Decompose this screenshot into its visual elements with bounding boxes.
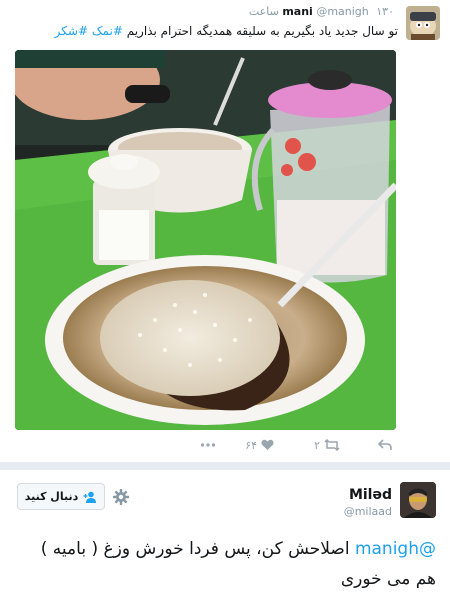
reply-button[interactable] xyxy=(378,436,392,454)
avatar[interactable] xyxy=(400,482,436,518)
hashtags[interactable]: #نمک #شکر xyxy=(55,24,123,38)
avatar[interactable] xyxy=(406,6,440,40)
tweet-card: mani @manigh ۱۳۰ ساعت تو سال جدید یاد بگ… xyxy=(0,0,450,462)
reply-text: @manigh اصلاحش کن، پس فردا خورش وزغ ( با… xyxy=(16,534,436,594)
follow-button[interactable]: دنبال کنید xyxy=(17,483,105,510)
handle[interactable]: @manigh xyxy=(316,5,368,18)
follow-label: دنبال کنید xyxy=(24,490,79,503)
tweet-body: تو سال جدید یاد بگیریم به سلیقه همدیگه ا… xyxy=(126,24,398,38)
tweet-text: تو سال جدید یاد بگیریم به سلیقه همدیگه ا… xyxy=(18,22,398,40)
like-button[interactable]: ۶۴ xyxy=(245,436,274,454)
reply-tweet-card: Miləd @milaad دنبال کنید @manigh اصلاحش … xyxy=(0,470,450,600)
reply-icon xyxy=(378,439,392,450)
mention-link[interactable]: @manigh xyxy=(355,539,436,559)
like-count: ۶۴ xyxy=(245,438,257,452)
display-name[interactable]: mani xyxy=(282,5,313,18)
display-name[interactable]: Miləd xyxy=(349,487,392,503)
tweet-actions: ۲ ۶۴ xyxy=(15,436,396,454)
retweet-button[interactable]: ۲ xyxy=(314,436,340,454)
retweet-icon xyxy=(324,439,340,451)
retweet-count: ۲ xyxy=(314,438,320,452)
more-button[interactable] xyxy=(200,436,216,454)
handle[interactable]: @milaad xyxy=(344,505,392,518)
tweet-divider xyxy=(0,462,450,470)
tweet-photo[interactable] xyxy=(15,50,396,430)
gear-icon[interactable] xyxy=(112,488,130,506)
add-user-icon xyxy=(83,491,97,503)
tweet-header: mani @manigh ۱۳۰ ساعت xyxy=(249,5,398,18)
heart-icon xyxy=(261,439,274,450)
more-icon xyxy=(200,443,216,447)
